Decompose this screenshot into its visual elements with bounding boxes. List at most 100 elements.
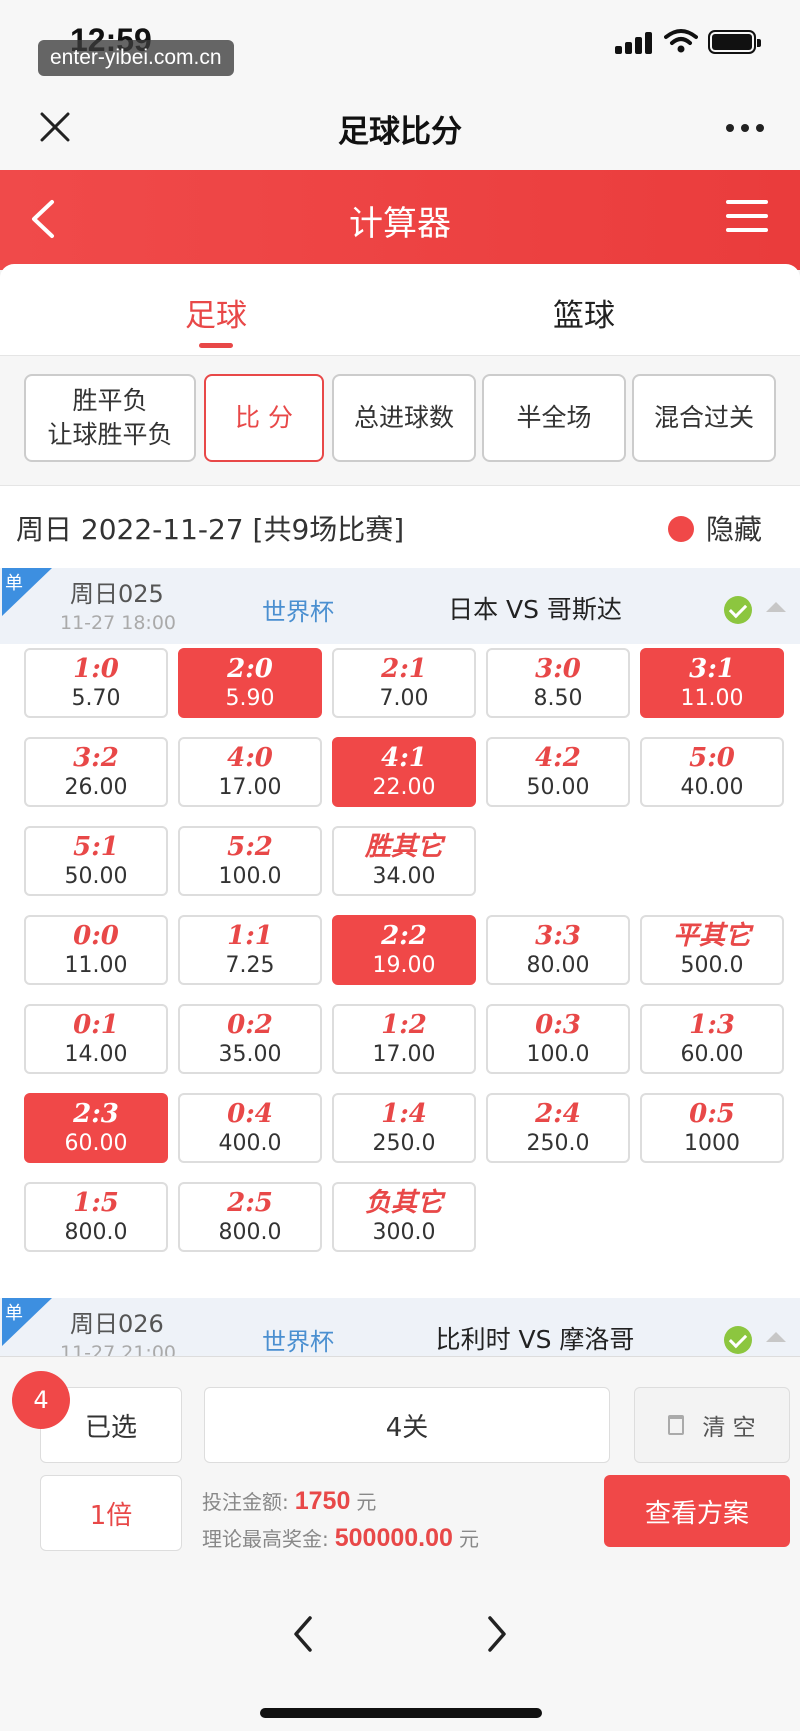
signal-icon bbox=[615, 30, 655, 54]
match-header[interactable]: 单 周日026 11-27 21:00 世界杯 比利时 VS 摩洛哥 bbox=[0, 1298, 800, 1360]
view-plan-button[interactable]: 查看方案 bbox=[604, 1475, 790, 1547]
score-option[interactable]: 0:4 400.0 bbox=[178, 1093, 322, 1163]
odds-value: 8.50 bbox=[533, 686, 583, 711]
play-type-half-full[interactable]: 半全场 bbox=[482, 374, 626, 462]
odds-value: 80.00 bbox=[526, 953, 590, 978]
odds-value: 800.0 bbox=[218, 1220, 282, 1245]
match-teams: 日本 VS 哥斯达 bbox=[448, 595, 622, 624]
score-option[interactable]: 3:2 26.00 bbox=[24, 737, 168, 807]
play-type-score[interactable]: 比 分 bbox=[204, 374, 324, 462]
score-value: 5:1 bbox=[73, 832, 119, 862]
match-number: 周日026 bbox=[70, 1310, 164, 1338]
match-header[interactable]: 单 周日025 11-27 18:00 世界杯 日本 VS 哥斯达 bbox=[0, 568, 800, 644]
single-badge-icon: 单 bbox=[2, 1298, 52, 1346]
nav-back-icon[interactable] bbox=[290, 1614, 316, 1654]
check-icon[interactable] bbox=[724, 1326, 752, 1354]
score-option[interactable]: 胜其它 34.00 bbox=[332, 826, 476, 896]
score-option[interactable]: 1:1 7.25 bbox=[178, 915, 322, 985]
score-value: 4:2 bbox=[535, 743, 581, 773]
score-option[interactable]: 2:1 7.00 bbox=[332, 648, 476, 718]
odds-value: 17.00 bbox=[218, 775, 282, 800]
odds-value: 11.00 bbox=[680, 686, 744, 711]
score-option[interactable]: 4:1 22.00 bbox=[332, 737, 476, 807]
score-value: 2:5 bbox=[227, 1188, 273, 1218]
score-option[interactable]: 负其它 300.0 bbox=[332, 1182, 476, 1252]
browser-nav-bar bbox=[0, 1570, 800, 1731]
score-option[interactable]: 2:0 5.90 bbox=[178, 648, 322, 718]
hide-toggle[interactable]: 隐藏 bbox=[706, 508, 762, 548]
clear-button[interactable]: 清 空 bbox=[634, 1387, 790, 1463]
score-option[interactable]: 2:5 800.0 bbox=[178, 1182, 322, 1252]
clear-label: 清 空 bbox=[702, 1415, 756, 1441]
score-option[interactable]: 0:1 14.00 bbox=[24, 1004, 168, 1074]
score-option[interactable]: 2:3 60.00 bbox=[24, 1093, 168, 1163]
odds-value: 250.0 bbox=[526, 1131, 590, 1156]
score-value: 5:2 bbox=[227, 832, 273, 862]
single-badge-icon: 单 bbox=[2, 568, 52, 616]
pass-type-select[interactable]: 4关 bbox=[204, 1387, 610, 1463]
odds-value: 19.00 bbox=[372, 953, 436, 978]
score-value: 5:0 bbox=[689, 743, 735, 773]
score-value: 2:4 bbox=[535, 1099, 581, 1129]
score-option[interactable]: 3:3 80.00 bbox=[486, 915, 630, 985]
odds-value: 100.0 bbox=[218, 864, 282, 889]
score-value: 负其它 bbox=[364, 1188, 443, 1218]
league-name: 世界杯 bbox=[262, 1328, 334, 1356]
score-option[interactable]: 4:0 17.00 bbox=[178, 737, 322, 807]
nav-forward-icon[interactable] bbox=[484, 1614, 510, 1654]
odds-value: 5.90 bbox=[225, 686, 275, 711]
hide-dot-icon[interactable] bbox=[668, 516, 694, 542]
score-option[interactable]: 5:2 100.0 bbox=[178, 826, 322, 896]
battery-icon bbox=[708, 30, 761, 54]
watermark: enter-yibei.com.cn bbox=[38, 40, 234, 76]
score-option[interactable]: 3:0 8.50 bbox=[486, 648, 630, 718]
collapse-icon[interactable] bbox=[766, 1332, 786, 1342]
tab-basketball[interactable]: 篮球 bbox=[484, 290, 684, 335]
score-option[interactable]: 5:0 40.00 bbox=[640, 737, 784, 807]
play-type-label: 让球胜平负 bbox=[47, 420, 173, 449]
odds-value: 35.00 bbox=[218, 1042, 282, 1067]
score-value: 0:3 bbox=[535, 1010, 581, 1040]
multiplier-input[interactable]: 1倍 bbox=[40, 1475, 182, 1551]
odds-value: 800.0 bbox=[64, 1220, 128, 1245]
bet-amount-label: 投注金额: bbox=[202, 1490, 289, 1514]
play-type-win-draw-lose[interactable]: 胜平负 让球胜平负 bbox=[24, 374, 196, 462]
odds-value: 26.00 bbox=[64, 775, 128, 800]
score-value: 2:1 bbox=[381, 654, 427, 684]
bet-summary-bar: 已选 4 4关 清 空 1倍 投注金额: 1750 元 理论最高奖金: 500000.… bbox=[0, 1356, 800, 1570]
score-option[interactable]: 0:0 11.00 bbox=[24, 915, 168, 985]
play-type-mixed[interactable]: 混合过关 bbox=[632, 374, 776, 462]
check-icon[interactable] bbox=[724, 596, 752, 624]
score-option[interactable]: 1:5 800.0 bbox=[24, 1182, 168, 1252]
more-icon[interactable] bbox=[726, 124, 764, 132]
tab-football[interactable]: 足球 bbox=[116, 290, 316, 335]
score-value: 0:1 bbox=[73, 1010, 119, 1040]
pass-type-value: 4关 bbox=[385, 1412, 429, 1443]
score-option[interactable]: 0:5 1000 bbox=[640, 1093, 784, 1163]
score-value: 2:2 bbox=[381, 921, 427, 951]
score-option[interactable]: 1:0 5.70 bbox=[24, 648, 168, 718]
match-number: 周日025 bbox=[70, 580, 164, 608]
page-title: 足球比分 bbox=[338, 114, 462, 150]
odds-value: 5.70 bbox=[71, 686, 121, 711]
selected-label: 已选 bbox=[84, 1412, 137, 1443]
score-option[interactable]: 1:2 17.00 bbox=[332, 1004, 476, 1074]
play-type-total-goals[interactable]: 总进球数 bbox=[332, 374, 476, 462]
collapse-icon[interactable] bbox=[766, 602, 786, 612]
score-option[interactable]: 平其它 500.0 bbox=[640, 915, 784, 985]
odds-value: 50.00 bbox=[526, 775, 590, 800]
menu-icon[interactable] bbox=[726, 198, 768, 234]
score-option[interactable]: 2:2 19.00 bbox=[332, 915, 476, 985]
score-option[interactable]: 0:2 35.00 bbox=[178, 1004, 322, 1074]
single-badge-text: 单 bbox=[5, 1303, 23, 1324]
score-option[interactable]: 1:4 250.0 bbox=[332, 1093, 476, 1163]
odds-value: 1000 bbox=[684, 1131, 740, 1156]
score-option[interactable]: 0:3 100.0 bbox=[486, 1004, 630, 1074]
score-option[interactable]: 3:1 11.00 bbox=[640, 648, 784, 718]
score-option[interactable]: 2:4 250.0 bbox=[486, 1093, 630, 1163]
score-option[interactable]: 5:1 50.00 bbox=[24, 826, 168, 896]
score-option[interactable]: 4:2 50.00 bbox=[486, 737, 630, 807]
score-option[interactable]: 1:3 60.00 bbox=[640, 1004, 784, 1074]
score-value: 3:3 bbox=[535, 921, 581, 951]
odds-value: 11.00 bbox=[64, 953, 128, 978]
